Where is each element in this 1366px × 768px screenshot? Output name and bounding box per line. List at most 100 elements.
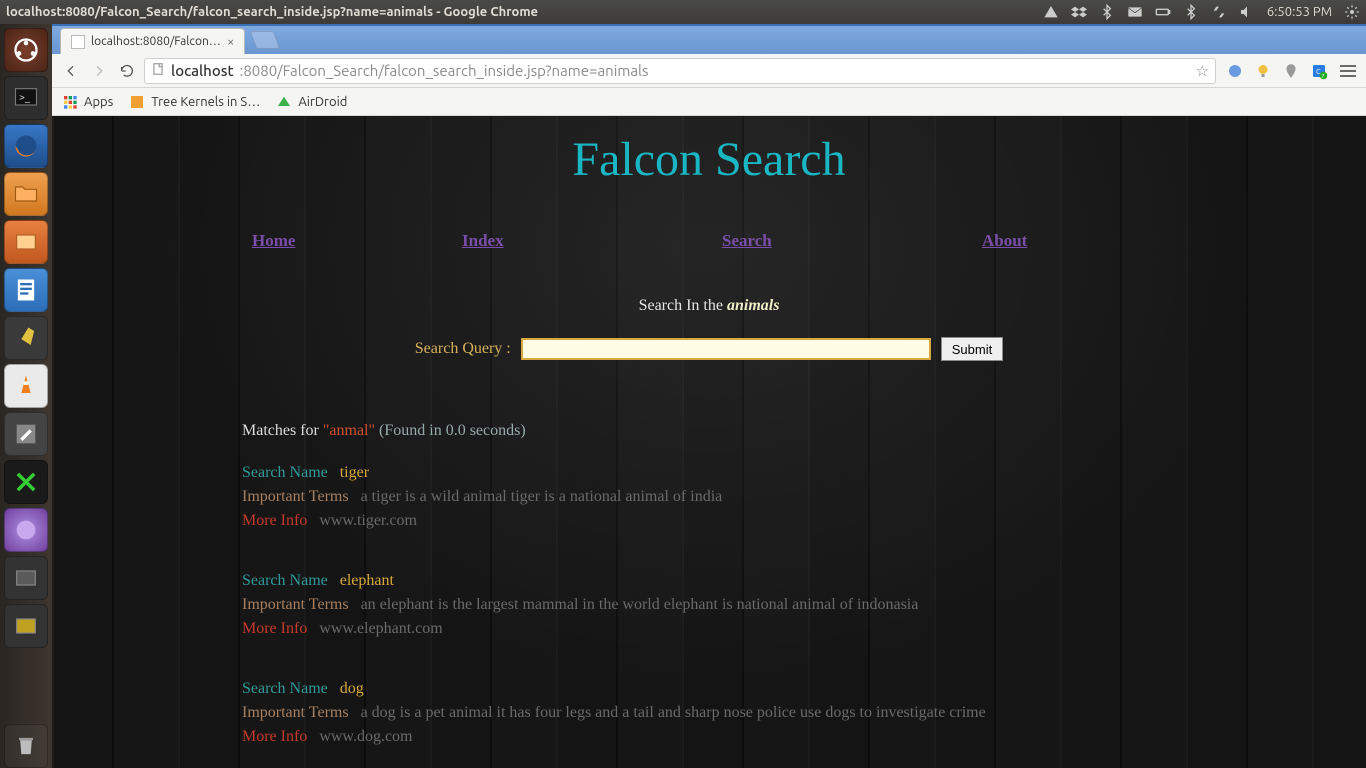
- launcher-terminal-icon[interactable]: >_: [4, 76, 48, 120]
- forward-button[interactable]: [88, 60, 110, 82]
- dropbox-icon[interactable]: [1071, 4, 1087, 20]
- tab-strip: localhost:8080/Falcon_Se ×: [52, 24, 1366, 54]
- extensions-area: C7: [1222, 62, 1332, 80]
- matches-prefix: Matches for: [242, 422, 323, 439]
- bookmark-tree-kernels[interactable]: Tree Kernels in S…: [129, 94, 260, 110]
- system-top-bar: localhost:8080/Falcon_Search/falcon_sear…: [0, 0, 1366, 24]
- bookmark-favicon-icon: [129, 94, 145, 110]
- result-block: Search Name dog Important Terms a dog is…: [242, 677, 1366, 749]
- result-terms: a dog is a pet animal it has four legs a…: [361, 704, 986, 721]
- result-name: tiger: [340, 464, 369, 481]
- ext-badge-icon[interactable]: C7: [1310, 62, 1328, 80]
- launcher-software-icon[interactable]: [4, 220, 48, 264]
- back-button[interactable]: [60, 60, 82, 82]
- svg-text:>_: >_: [19, 90, 31, 102]
- launcher-editor-icon[interactable]: [4, 412, 48, 456]
- bookmarks-bar: Apps Tree Kernels in S… AirDroid: [52, 88, 1366, 116]
- result-block: Search Name tiger Important Terms a tige…: [242, 461, 1366, 533]
- clock[interactable]: 6:50:53 PM: [1267, 5, 1332, 19]
- launcher-firefox-icon[interactable]: [4, 124, 48, 168]
- window-title: localhost:8080/Falcon_Search/falcon_sear…: [6, 5, 538, 19]
- label-more-info: More Info: [242, 512, 307, 529]
- bookmark-label: Apps: [84, 95, 113, 109]
- chrome-window: localhost:8080/Falcon_Se × localhost:808…: [52, 24, 1366, 768]
- search-header: Search In the animals: [52, 297, 1366, 315]
- bookmark-label: Tree Kernels in S…: [151, 95, 260, 109]
- launcher-xapp-icon[interactable]: [4, 460, 48, 504]
- search-header-prefix: Search In the: [639, 297, 727, 314]
- result-link[interactable]: www.elephant.com: [319, 620, 442, 637]
- bookmark-airdroid[interactable]: AirDroid: [276, 94, 347, 110]
- launcher-vlc-icon[interactable]: [4, 364, 48, 408]
- launcher-dash-icon[interactable]: [4, 28, 48, 72]
- browser-tab[interactable]: localhost:8080/Falcon_Se ×: [60, 28, 245, 54]
- submit-button[interactable]: Submit: [941, 337, 1003, 361]
- unity-launcher: >_: [0, 24, 52, 768]
- page-nav: Home Index Search About: [52, 231, 1366, 251]
- bookmark-favicon-icon: [276, 94, 292, 110]
- page-favicon-icon: [71, 35, 85, 49]
- tab-close-icon[interactable]: ×: [227, 35, 234, 49]
- bookmark-label: AirDroid: [298, 95, 347, 109]
- label-important-terms: Important Terms: [242, 488, 349, 505]
- svg-text:7: 7: [1321, 72, 1324, 79]
- chrome-menu-icon[interactable]: [1338, 65, 1358, 77]
- search-query-input[interactable]: [521, 338, 931, 360]
- label-search-name: Search Name: [242, 680, 328, 697]
- nav-index[interactable]: Index: [462, 231, 504, 250]
- result-name: elephant: [340, 572, 394, 589]
- bluetooth2-icon[interactable]: [1183, 4, 1199, 20]
- page-viewport: Falcon Search Home Index Search About Se…: [52, 116, 1366, 768]
- result-terms: an elephant is the largest mammal in the…: [361, 596, 919, 613]
- url-path: :8080/Falcon_Search/falcon_search_inside…: [240, 62, 649, 79]
- nav-about[interactable]: About: [982, 231, 1027, 250]
- browser-toolbar: localhost :8080/Falcon_Search/falcon_sear…: [52, 54, 1366, 88]
- battery-icon[interactable]: [1155, 4, 1171, 20]
- matches-term: "anmal": [323, 422, 375, 439]
- label-important-terms: Important Terms: [242, 704, 349, 721]
- settings-gear-icon[interactable]: [1344, 4, 1360, 20]
- label-search-name: Search Name: [242, 572, 328, 589]
- page-icon: [151, 62, 165, 79]
- launcher-workspace2-icon[interactable]: [4, 604, 48, 648]
- network-icon[interactable]: [1211, 4, 1227, 20]
- reload-button[interactable]: [116, 60, 138, 82]
- system-tray: 6:50:53 PM: [1043, 4, 1360, 20]
- result-link[interactable]: www.dog.com: [319, 728, 412, 745]
- ext-globe-icon[interactable]: [1226, 62, 1244, 80]
- page-content: Falcon Search Home Index Search About Se…: [52, 116, 1366, 768]
- label-important-terms: Important Terms: [242, 596, 349, 613]
- result-link[interactable]: www.tiger.com: [319, 512, 417, 529]
- address-bar[interactable]: localhost :8080/Falcon_Search/falcon_sear…: [144, 58, 1216, 84]
- launcher-writer-icon[interactable]: [4, 268, 48, 312]
- drive-icon[interactable]: [1043, 4, 1059, 20]
- launcher-cleaner-icon[interactable]: [4, 316, 48, 360]
- launcher-files-icon[interactable]: [4, 172, 48, 216]
- search-query-label: Search Query :: [415, 340, 511, 358]
- matches-timing: (Found in 0.0 seconds): [375, 422, 526, 439]
- matches-summary: Matches for "anmal" (Found in 0.0 second…: [242, 419, 1366, 443]
- page-title: Falcon Search: [52, 116, 1366, 187]
- bluetooth-icon[interactable]: [1099, 4, 1115, 20]
- ext-marker-icon[interactable]: [1282, 62, 1300, 80]
- label-more-info: More Info: [242, 620, 307, 637]
- new-tab-button[interactable]: [250, 31, 281, 49]
- nav-search[interactable]: Search: [722, 231, 772, 250]
- bookmark-star-icon[interactable]: ☆: [1196, 62, 1209, 80]
- tab-title: localhost:8080/Falcon_Se: [91, 35, 221, 48]
- url-host: localhost: [171, 62, 234, 79]
- nav-home[interactable]: Home: [252, 231, 295, 250]
- result-name: dog: [340, 680, 364, 697]
- launcher-trash-icon[interactable]: [4, 724, 48, 768]
- launcher-workspace1-icon[interactable]: [4, 556, 48, 600]
- volume-icon[interactable]: [1239, 4, 1255, 20]
- result-terms: a tiger is a wild animal tiger is a nati…: [361, 488, 723, 505]
- label-search-name: Search Name: [242, 464, 328, 481]
- mail-icon[interactable]: [1127, 4, 1143, 20]
- bookmark-apps[interactable]: Apps: [62, 94, 113, 110]
- ext-bulb-icon[interactable]: [1254, 62, 1272, 80]
- launcher-purple-icon[interactable]: [4, 508, 48, 552]
- result-block: Search Name elephant Important Terms an …: [242, 569, 1366, 641]
- label-more-info: More Info: [242, 728, 307, 745]
- results-area: Matches for "anmal" (Found in 0.0 second…: [242, 419, 1366, 749]
